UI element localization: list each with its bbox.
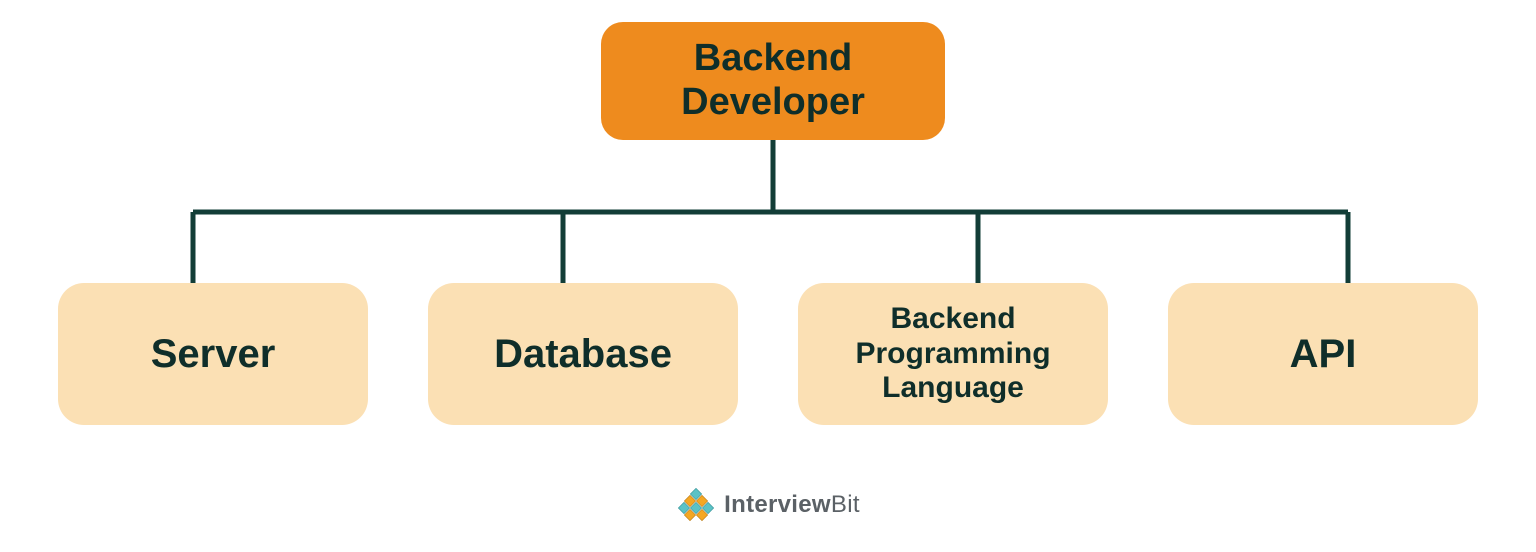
interviewbit-logo-icon [676, 488, 716, 522]
child-node-label: API [1290, 332, 1357, 376]
footer-brand-text: InterviewBit [724, 491, 860, 519]
footer-brand-light: Bit [831, 491, 860, 518]
root-node-label: Backend Developer [601, 37, 945, 124]
footer-brand-bold: Interview [724, 491, 831, 518]
footer-brand: InterviewBit [0, 488, 1536, 522]
child-node-label: Server [151, 332, 276, 376]
child-node-backend-programming-language: Backend Programming Language [798, 283, 1108, 425]
children-row: Server Database Backend Programming Lang… [0, 283, 1536, 425]
child-node-label: Database [494, 332, 672, 376]
root-node-backend-developer: Backend Developer [601, 22, 945, 140]
child-node-api: API [1168, 283, 1478, 425]
child-node-server: Server [58, 283, 368, 425]
child-node-database: Database [428, 283, 738, 425]
hierarchy-diagram: Backend Developer Server Database Backen… [0, 0, 1536, 552]
child-node-label: Backend Programming Language [810, 302, 1096, 406]
